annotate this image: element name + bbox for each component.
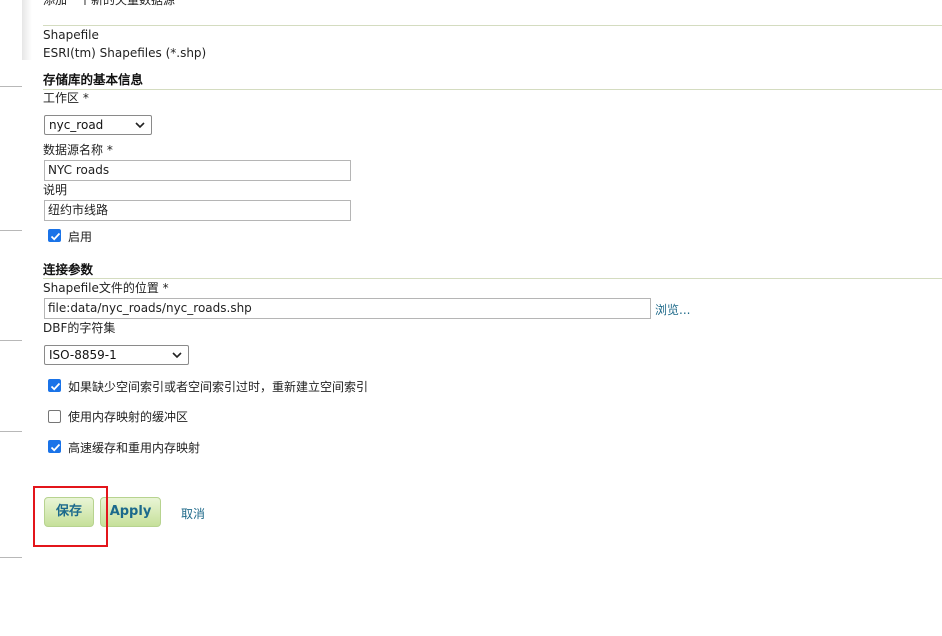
rebuild-index-checkbox[interactable]: [48, 379, 61, 392]
connection-rule: [43, 278, 942, 279]
chevron-down-icon: [172, 352, 182, 359]
rebuild-index-label: 如果缺少空间索引或者空间索引过时，重新建立空间索引: [68, 380, 369, 394]
memory-mapped-buffer-label: 使用内存映射的缓冲区: [68, 410, 189, 424]
check-icon: [50, 382, 61, 391]
description-label: 说明: [43, 183, 68, 197]
rail-divider: [0, 230, 22, 231]
description-input[interactable]: 纽约市线路: [44, 200, 351, 221]
basic-info-rule: [43, 89, 942, 90]
datasource-name-label: 数据源名称 *: [43, 143, 113, 157]
browse-link[interactable]: 浏览...: [655, 301, 690, 318]
enabled-checkbox[interactable]: [48, 229, 61, 242]
rail-divider: [0, 340, 22, 341]
save-button-highlight: [33, 486, 108, 547]
cancel-link[interactable]: 取消: [181, 505, 205, 522]
source-type: Shapefile: [43, 28, 99, 42]
shapefile-location-input[interactable]: file:data/nyc_roads/nyc_roads.shp: [44, 298, 651, 319]
rail-divider: [0, 431, 22, 432]
header-rule: [43, 25, 942, 26]
cache-memory-maps-checkbox[interactable]: [48, 440, 61, 453]
basic-info-title: 存储库的基本信息: [43, 72, 144, 87]
datasource-name-input[interactable]: NYC roads: [44, 160, 351, 181]
rail-divider: [0, 86, 22, 87]
dbf-charset-value: ISO-8859-1: [49, 348, 117, 362]
source-description: ESRI(tm) Shapefiles (*.shp): [43, 46, 207, 60]
memory-mapped-buffer-checkbox[interactable]: [48, 410, 61, 423]
check-icon: [50, 232, 61, 241]
shapefile-location-label: Shapefile文件的位置 *: [43, 281, 169, 295]
dbf-charset-label: DBF的字符集: [43, 321, 116, 335]
workspace-label: 工作区 *: [43, 91, 89, 105]
chevron-down-icon: [135, 122, 145, 129]
apply-button[interactable]: Apply: [100, 497, 161, 527]
connection-title: 连接参数: [43, 262, 94, 277]
workspace-value: nyc_road: [49, 118, 104, 132]
cache-memory-maps-label: 高速缓存和重用内存映射: [68, 441, 201, 455]
rail-shadow: [22, 0, 32, 60]
enabled-label: 启用: [68, 230, 93, 244]
rail-divider: [0, 557, 22, 558]
check-icon: [50, 443, 61, 452]
workspace-select[interactable]: nyc_road: [44, 115, 152, 135]
dbf-charset-select[interactable]: ISO-8859-1: [44, 345, 189, 365]
left-rail: [0, 0, 22, 636]
form-header: 添加一个新的矢量数据源: [43, 0, 176, 7]
